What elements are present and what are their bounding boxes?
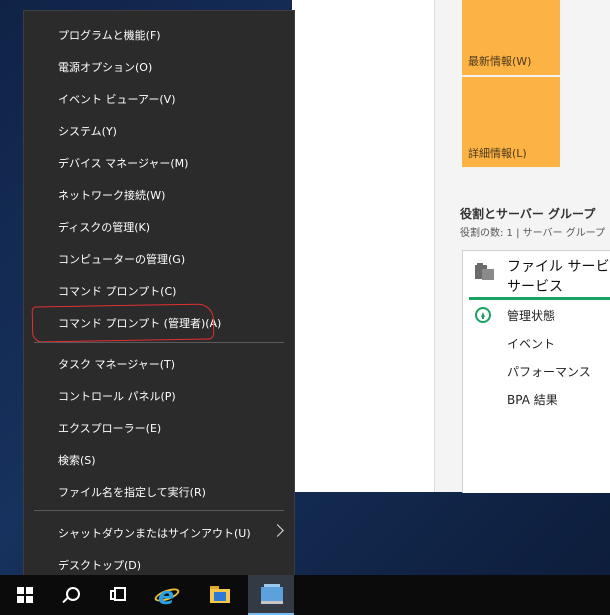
red-highlight-annotation	[31, 303, 215, 343]
menu-item-label: プログラムと機能(F)	[58, 29, 161, 42]
card-row-events[interactable]: イベント	[507, 335, 555, 352]
menu-item-search[interactable]: 検索(S)	[24, 444, 294, 474]
menu-item-shutdown-signout[interactable]: シャットダウンまたはサインアウト(U)	[24, 517, 294, 547]
server-manager-sidebar	[292, 0, 435, 492]
search-icon-handle	[62, 596, 69, 604]
status-up-arrow-icon	[475, 307, 491, 323]
menu-item-label: コマンド プロンプト(C)	[58, 285, 177, 298]
taskbar: e	[0, 575, 610, 615]
card-title-line2: サービス	[507, 279, 563, 295]
menu-item-label: ディスクの管理(K)	[58, 221, 151, 234]
menu-item-computer-management[interactable]: コンピューターの管理(G)	[24, 243, 294, 273]
server-manager-window: 最新情報(W) 詳細情報(L) 役割とサーバー グループ 役割の数: 1 | サ…	[292, 0, 610, 493]
server-manager-icon-body	[261, 587, 283, 601]
learn-more-label: 詳細情報(L)	[468, 147, 527, 160]
card-status-bar	[469, 297, 610, 300]
file-explorer-button[interactable]	[196, 575, 242, 615]
menu-item-programs-features[interactable]: プログラムと機能(F)	[24, 19, 294, 49]
internet-explorer-button[interactable]: e	[144, 575, 190, 615]
card-row-performance[interactable]: パフォーマンス	[507, 363, 591, 380]
menu-item-label: シャットダウンまたはサインアウト(U)	[58, 527, 251, 540]
menu-item-file-explorer[interactable]: エクスプローラー(E)	[24, 412, 294, 442]
card-row-manageability[interactable]: 管理状態	[507, 307, 555, 324]
menu-item-label: デバイス マネージャー(M)	[58, 157, 189, 170]
menu-item-label: デスクトップ(D)	[58, 559, 142, 572]
roles-section-title: 役割とサーバー グループ	[460, 207, 596, 221]
search-icon	[66, 587, 80, 601]
internet-explorer-letter: e	[158, 582, 175, 610]
menu-item-network-connections[interactable]: ネットワーク接続(W)	[24, 179, 294, 209]
windows-start-icon	[17, 587, 33, 603]
menu-item-system[interactable]: システム(Y)	[24, 115, 294, 145]
menu-item-label: エクスプローラー(E)	[58, 422, 162, 435]
menu-item-label: 電源オプション(O)	[58, 61, 153, 74]
menu-item-label: コンピューターの管理(G)	[58, 253, 186, 266]
menu-item-label: タスク マネージャー(T)	[58, 358, 176, 371]
start-button[interactable]	[0, 575, 46, 615]
server-manager-button[interactable]	[248, 575, 294, 615]
menu-item-device-manager[interactable]: デバイス マネージャー(M)	[24, 147, 294, 177]
menu-item-control-panel[interactable]: コントロール パネル(P)	[24, 380, 294, 410]
task-view-button[interactable]	[98, 575, 144, 615]
whats-new-tile[interactable]: 最新情報(W)	[462, 0, 560, 75]
menu-item-task-manager[interactable]: タスク マネージャー(T)	[24, 348, 294, 378]
server-manager-icon-base	[261, 601, 283, 604]
whats-new-label: 最新情報(W)	[468, 55, 532, 68]
menu-item-event-viewer[interactable]: イベント ビューアー(V)	[24, 83, 294, 113]
chevron-right-icon	[271, 524, 284, 537]
menu-item-label: システム(Y)	[58, 125, 117, 138]
menu-separator	[34, 342, 284, 343]
task-view-icon-front	[114, 587, 126, 601]
menu-item-power-options[interactable]: 電源オプション(O)	[24, 51, 294, 81]
file-explorer-icon-accent	[214, 592, 226, 601]
menu-item-run[interactable]: ファイル名を指定して実行(R)	[24, 476, 294, 506]
menu-item-command-prompt[interactable]: コマンド プロンプト(C)	[24, 275, 294, 305]
menu-item-label: ネットワーク接続(W)	[58, 189, 166, 202]
card-title-line1: ファイル サービスと	[507, 259, 610, 275]
card-title[interactable]: ファイル サービスと サービス	[507, 257, 610, 297]
menu-item-label: 検索(S)	[58, 454, 96, 467]
menu-item-disk-management[interactable]: ディスクの管理(K)	[24, 211, 294, 241]
file-services-card[interactable]: ファイル サービスと サービス 管理状態 イベント パフォーマンス BPA 結果	[462, 250, 610, 493]
roles-section-subtitle: 役割の数: 1 | サーバー グループ	[460, 228, 606, 239]
menu-item-label: イベント ビューアー(V)	[58, 93, 176, 106]
menu-item-label: ファイル名を指定して実行(R)	[58, 486, 206, 499]
winx-context-menu: プログラムと機能(F) 電源オプション(O) イベント ビューアー(V) システ…	[23, 10, 295, 586]
menu-separator	[34, 510, 284, 511]
file-services-icon	[475, 263, 494, 280]
search-button[interactable]	[48, 575, 94, 615]
learn-more-tile[interactable]: 詳細情報(L)	[462, 77, 560, 167]
card-row-bpa-results[interactable]: BPA 結果	[507, 391, 558, 408]
menu-item-label: コントロール パネル(P)	[58, 390, 176, 403]
